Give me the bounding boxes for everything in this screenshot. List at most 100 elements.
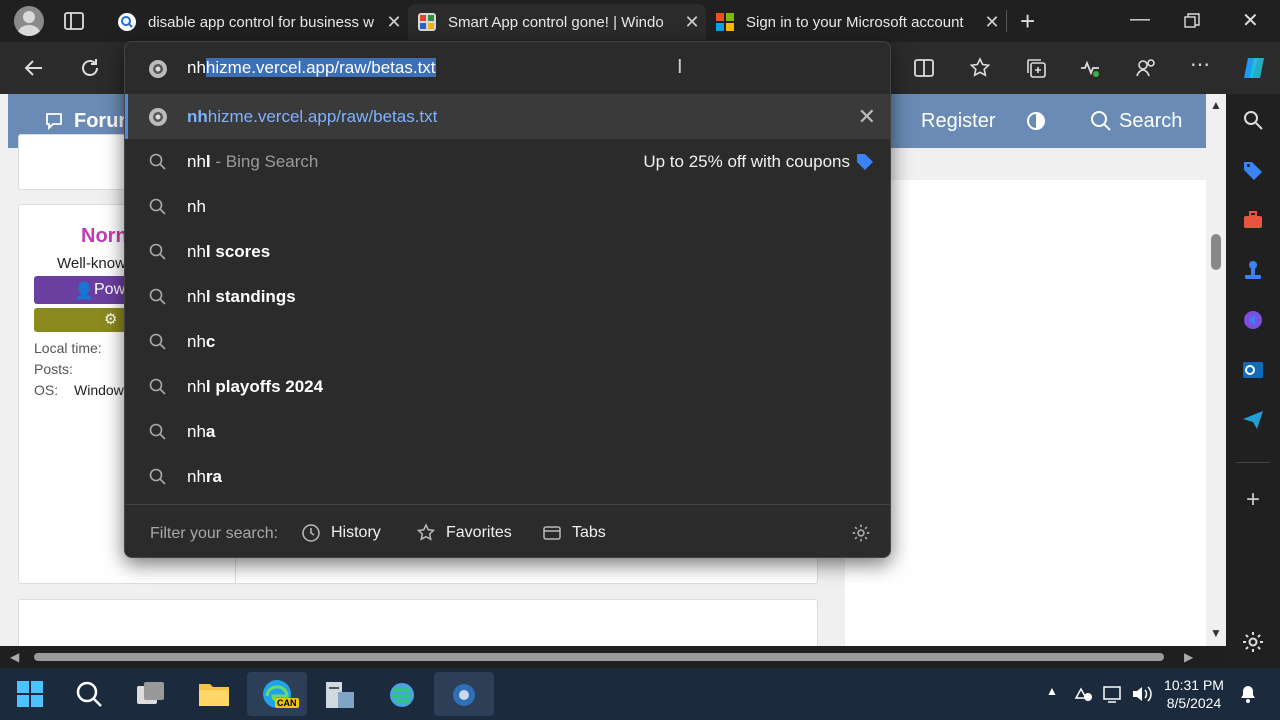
nav-search[interactable]: Search (1119, 110, 1182, 133)
suggestion-url[interactable]: nhhizme.vercel.app/raw/betas.txt ✕ (125, 94, 890, 139)
remove-suggestion-icon[interactable]: ✕ (858, 104, 876, 130)
badge-icon: ⚙ (104, 311, 118, 328)
notifications-bell-icon[interactable] (1238, 684, 1258, 704)
refresh-icon[interactable] (78, 56, 102, 80)
microsoft-365-icon[interactable] (1241, 308, 1265, 332)
tray-sync-icon[interactable] (1073, 684, 1095, 704)
suggestion-search[interactable]: nhc (125, 319, 890, 364)
taskbar-app-server[interactable] (310, 672, 370, 716)
close-tab-icon[interactable]: ✕ (380, 12, 408, 33)
file-explorer-icon[interactable] (198, 680, 230, 708)
suggestion-search[interactable]: nhl playoffs 2024 (125, 364, 890, 409)
profile-username[interactable]: Norn (81, 225, 128, 248)
taskbar-app-active[interactable] (434, 672, 494, 716)
send-telegram-icon[interactable] (1241, 408, 1265, 432)
nav-forums[interactable]: Forur (74, 110, 126, 133)
site-favicon-icon (149, 60, 167, 78)
close-tab-icon[interactable]: ✕ (978, 12, 1006, 33)
tab-disable-app-control[interactable]: disable app control for business w ✕ (108, 4, 408, 40)
scroll-left-icon[interactable]: ◀ (10, 650, 19, 664)
outlook-icon[interactable] (1241, 358, 1265, 382)
address-bar-text[interactable]: nhhizme.vercel.app/raw/betas.txt (187, 58, 436, 78)
suggestion-text: nhl standings (187, 287, 296, 306)
split-screen-icon[interactable] (912, 56, 936, 80)
filter-history-button[interactable]: History (301, 521, 381, 545)
close-window-icon[interactable]: ✕ (1242, 8, 1259, 33)
tab-title: Smart App control gone! | Windo (448, 13, 664, 31)
theme-toggle-icon[interactable] (1025, 110, 1047, 132)
tab-microsoft-signin[interactable]: Sign in to your Microsoft account ✕ (706, 4, 1006, 40)
restore-icon[interactable] (1184, 13, 1200, 29)
more-options-icon[interactable]: ⋯ (1190, 52, 1214, 76)
address-bar-dropdown: nhhizme.vercel.app/raw/betas.txt I nhhiz… (124, 41, 891, 558)
taskbar-app-network[interactable] (372, 672, 432, 716)
tab-smart-app-control[interactable]: Smart App control gone! | Windo ✕ (408, 4, 706, 40)
suggestion-search[interactable]: nh (125, 184, 890, 229)
windows-start-icon[interactable] (16, 680, 44, 708)
sidebar-search-icon[interactable] (1241, 108, 1265, 132)
games-icon[interactable] (1241, 258, 1265, 282)
minimize-icon[interactable]: — (1130, 8, 1150, 31)
task-view-icon[interactable] (136, 680, 166, 708)
taskbar-clock[interactable]: 10:31 PM 8/5/2024 (1160, 676, 1228, 712)
os-value: Window (74, 382, 124, 398)
settings-app-icon (453, 684, 475, 706)
address-bar-input[interactable]: nhhizme.vercel.app/raw/betas.txt I (125, 42, 890, 94)
tab-actions-icon[interactable] (62, 9, 86, 33)
back-icon[interactable] (22, 56, 46, 80)
shopping-tag-icon[interactable] (1241, 158, 1265, 182)
suggestion-text: nhc (187, 332, 216, 351)
user-icon: 👤 (74, 283, 94, 300)
suggestion-search[interactable]: nhra (125, 454, 890, 499)
clock-time: 10:31 PM (1164, 677, 1224, 693)
forums-chat-icon (46, 113, 62, 131)
tray-volume-icon[interactable] (1131, 684, 1153, 704)
text-cursor-icon: I (677, 56, 683, 78)
suggestion-search[interactable]: nhl - Bing Search Up to 25% off with cou… (125, 139, 890, 184)
scroll-down-icon[interactable]: ▼ (1210, 626, 1222, 640)
suggestion-text: nhhizme.vercel.app/raw/betas.txt (187, 107, 438, 126)
filter-favorites-label: Favorites (446, 524, 512, 541)
filter-tabs-button[interactable]: Tabs (542, 521, 606, 545)
favorites-star-icon[interactable] (968, 56, 992, 80)
extensions-icon[interactable] (1134, 56, 1158, 80)
taskbar-search-icon[interactable] (74, 679, 104, 709)
site-favicon-icon (149, 108, 167, 126)
add-sidebar-app-icon[interactable]: + (1241, 488, 1265, 512)
suggestion-text: nh (187, 197, 206, 216)
scroll-up-icon[interactable]: ▲ (1210, 98, 1222, 112)
nav-register[interactable]: Register (921, 110, 995, 133)
coupon-promo-text[interactable]: Up to 25% off with coupons (643, 152, 850, 172)
close-tab-icon[interactable]: ✕ (678, 12, 706, 33)
filter-favorites-button[interactable]: Favorites (416, 521, 512, 545)
browser-essentials-icon[interactable] (1078, 56, 1102, 80)
microsoft-logo-icon (716, 13, 734, 31)
taskbar-edge[interactable]: CAN (247, 672, 307, 716)
copilot-icon[interactable] (1240, 54, 1268, 82)
power-user-badge: 👤 Pow (34, 276, 134, 304)
tray-network-icon[interactable] (1102, 684, 1124, 704)
show-hidden-icons[interactable]: ▲ (1046, 684, 1058, 698)
clock-date: 8/5/2024 (1166, 695, 1222, 711)
search-icon (149, 288, 166, 305)
history-clock-icon (302, 524, 320, 542)
sidebar-settings-gear-icon[interactable] (1241, 630, 1265, 654)
vertical-scrollbar[interactable]: ▲ ▼ (1206, 94, 1226, 646)
scroll-thumb[interactable] (1211, 234, 1221, 270)
suggestion-search[interactable]: nhl standings (125, 274, 890, 319)
collections-icon[interactable] (1024, 56, 1048, 80)
profile-avatar-icon[interactable] (14, 6, 44, 36)
search-settings-gear-icon[interactable] (851, 523, 871, 543)
tab-title: Sign in to your Microsoft account (746, 13, 964, 31)
new-tab-icon[interactable]: + (1020, 8, 1035, 34)
suggestion-search[interactable]: nha (125, 409, 890, 454)
scroll-right-icon[interactable]: ▶ (1184, 650, 1193, 664)
horizontal-scrollbar[interactable]: ◀ ▶ (0, 646, 1226, 668)
tools-briefcase-icon[interactable] (1241, 208, 1265, 232)
edge-sidebar: + (1226, 94, 1280, 668)
search-icon[interactable] (1090, 110, 1112, 132)
scroll-thumb-horizontal[interactable] (34, 653, 1164, 661)
filter-label: Filter your search: (150, 525, 279, 542)
suggestion-search[interactable]: nhl scores (125, 229, 890, 274)
search-filter-bar: Filter your search: History Favorites Ta… (125, 504, 890, 557)
